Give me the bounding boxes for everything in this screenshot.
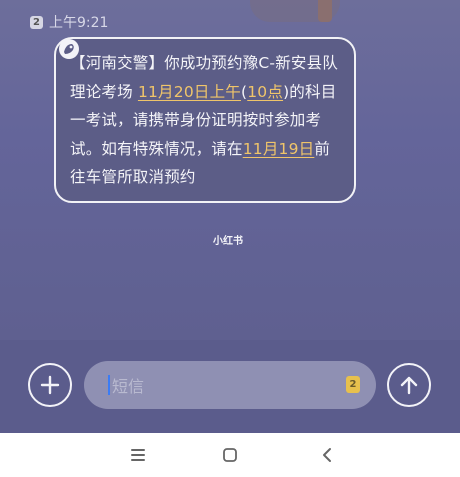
back-button[interactable] xyxy=(315,445,339,465)
plus-icon xyxy=(40,375,60,395)
text-cursor xyxy=(108,375,110,395)
message-input-placeholder: 短信 xyxy=(112,377,145,396)
home-square-icon xyxy=(223,448,237,462)
sim-select-button[interactable]: 2 xyxy=(346,376,360,393)
home-button[interactable] xyxy=(218,445,242,465)
sender-avatar-icon xyxy=(59,39,79,59)
message-bubble[interactable]: 【河南交警】你成功预约豫C-新安县队理论考场 11月20日上午(10点)的科目一… xyxy=(54,37,356,203)
message-link-text[interactable]: 11月19日 xyxy=(243,140,315,158)
menu-icon xyxy=(131,449,145,461)
wallpaper-decoration-cup xyxy=(318,0,332,22)
send-button[interactable] xyxy=(387,363,431,407)
back-chevron-icon xyxy=(323,448,331,462)
system-nav-bar xyxy=(0,433,460,477)
message-time: 上午9:21 xyxy=(49,15,109,31)
message-input[interactable]: 短信 2 xyxy=(84,361,376,409)
watermark: 小红书 xyxy=(213,236,243,247)
add-attachment-button[interactable] xyxy=(28,363,72,407)
message-meta: 2 上午9:21 xyxy=(30,12,108,32)
chat-area: 2 上午9:21 【河南交警】你成功预约豫C-新安县队理论考场 11月20日上午… xyxy=(0,0,460,340)
menu-button[interactable] xyxy=(126,445,150,465)
composer-bar: 短信 2 xyxy=(0,340,460,433)
sim-badge: 2 xyxy=(30,15,43,29)
message-link-text[interactable]: 10点 xyxy=(247,83,283,101)
arrow-up-icon xyxy=(400,376,418,395)
message-link-text[interactable]: 11月20日上午 xyxy=(138,83,241,101)
